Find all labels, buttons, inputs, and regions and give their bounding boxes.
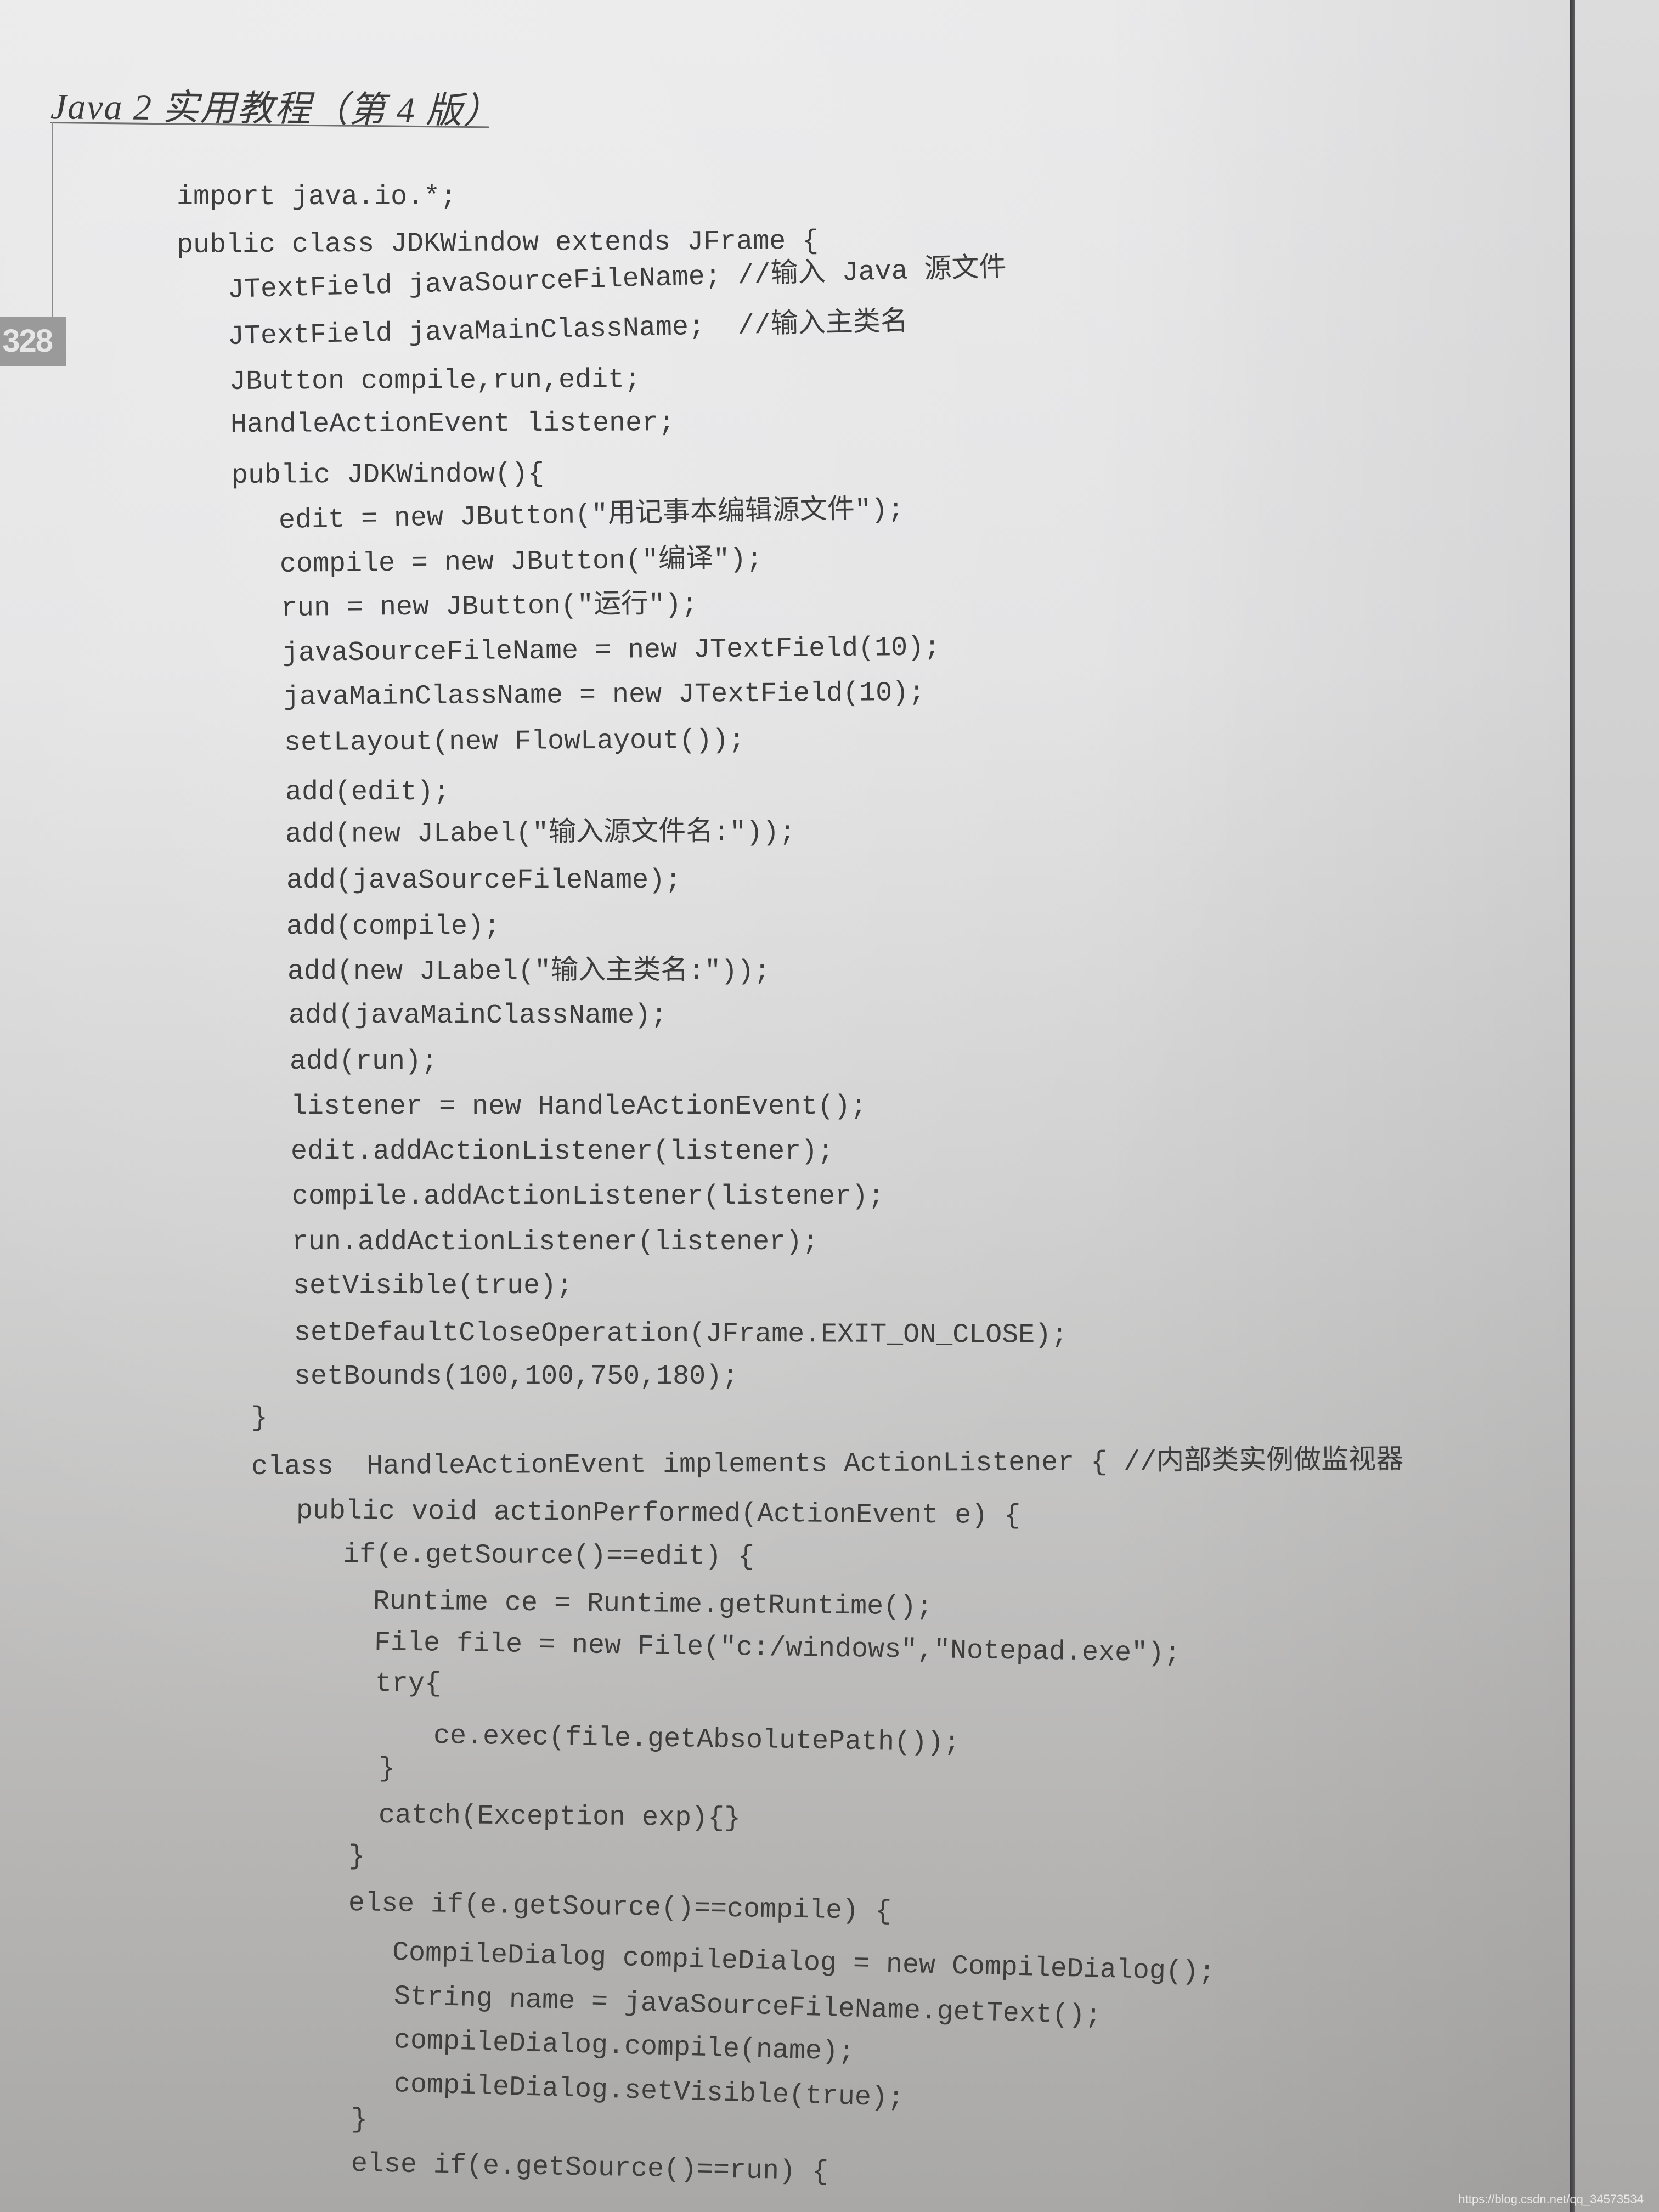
code-line: else if(e.getSource()==run) { [351,2148,829,2188]
code-line: javaMainClassName = new JTextField(10); [283,677,926,713]
code-line: Runtime ce = Runtime.getRuntime(); [373,1586,933,1623]
code-line: edit = new JButton("用记事本编辑源文件"); [278,494,905,537]
code-line: edit.addActionListener(listener); [291,1136,834,1167]
code-line: run.addActionListener(listener); [292,1227,819,1258]
watermark: https://blog.csdn.net/qq_34573534 [1458,2192,1644,2206]
code-line: add(new JLabel("输入源文件名:")); [285,817,796,850]
code-line: } [348,1841,365,1872]
code-line: add(edit); [285,777,450,808]
code-line: HandleActionEvent listener; [230,408,675,441]
facing-page-edge [1575,0,1659,2212]
code-line: add(javaMainClassName); [289,1000,668,1031]
book-gutter [1570,0,1575,2212]
code-line: compile.addActionListener(listener); [292,1181,885,1212]
code-line: listener = new HandleActionEvent(); [291,1091,867,1122]
code-line: javaSourceFileName = new JTextField(10); [281,632,941,669]
code-line: compileDialog.compile(name); [393,2025,855,2068]
code-line: add(javaSourceFileName); [286,865,682,896]
code-line: else if(e.getSource()==compile) { [348,1888,892,1928]
code-line: public JDKWindow(){ [231,459,545,492]
code-line: try{ [375,1668,442,1700]
code-line: if(e.getSource()==edit) { [342,1539,755,1573]
code-line: add(new JLabel("输入主类名:")); [287,956,771,988]
code-line: compile = new JButton("编译"); [279,544,763,580]
page-number: 328 [2,323,53,359]
code-line: String name = javaSourceFileName.getText… [393,1981,1102,2033]
code-line: import java.io.*; [177,182,457,213]
margin-rule [52,122,53,325]
code-line: catch(Exception exp){} [378,1800,741,1835]
code-line: JTextField javaMainClassName; //输入主类名 [227,307,909,353]
code-line: setBounds(100,100,750,180); [294,1361,739,1392]
code-line: } [251,1403,268,1434]
code-line: } [379,1753,396,1785]
code-line: class HandleActionEvent implements Actio… [251,1446,1404,1483]
code-line: public void actionPerformed(ActionEvent … [296,1496,1021,1532]
code-line: setDefaultCloseOperation(JFrame.EXIT_ON_… [294,1317,1068,1351]
code-line: add(run); [290,1046,438,1077]
code-line: setLayout(new FlowLayout()); [284,725,746,759]
code-line: add(compile); [286,911,501,943]
code-line: setVisible(true); [293,1271,573,1302]
code-line: File file = new File("c:/windows","Notep… [374,1627,1181,1670]
code-line: CompileDialog compileDialog = new Compil… [392,1937,1216,1989]
code-line: ce.exec(file.getAbsolutePath()); [433,1720,961,1759]
book-page: Java 2 实用教程（第 4 版） 328 import java.io.*;… [0,0,1570,2212]
code-line: run = new JButton("运行"); [280,589,698,624]
code-line: JButton compile,run,edit; [229,364,641,398]
code-line: } [351,2104,368,2136]
code-line: public class JDKWindow extends JFrame { [176,225,819,261]
code-line: compileDialog.setVisible(true); [393,2069,905,2114]
